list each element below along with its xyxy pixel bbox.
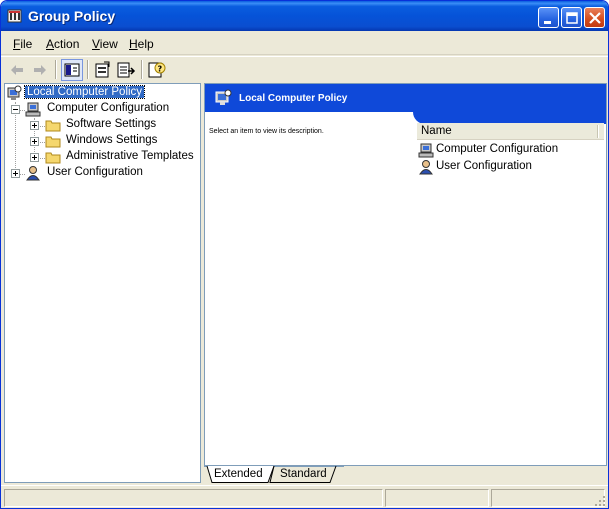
computer-configuration-icon: [25, 102, 41, 117]
export-list-button[interactable]: [115, 59, 137, 81]
extended-view-title: Local Computer Policy: [239, 93, 348, 104]
maximize-icon: [566, 12, 578, 24]
menu-view-access-key: V: [92, 37, 100, 51]
properties-button[interactable]: [92, 59, 114, 81]
tab-extended[interactable]: Extended: [212, 466, 272, 483]
extended-view-header: Local Computer Policy: [205, 84, 606, 112]
properties-icon: [95, 61, 110, 78]
tree-node-label: Administrative Templates: [66, 150, 194, 162]
tree-node-label: User Configuration: [47, 166, 143, 178]
list-item-label: User Configuration: [436, 160, 532, 172]
column-divider[interactable]: [597, 125, 599, 138]
menu-file[interactable]: File: [13, 37, 32, 51]
tree-node-label: Local Computer Policy: [23, 85, 146, 99]
export-list-icon: [117, 62, 136, 78]
expand-toggle[interactable]: [30, 121, 39, 130]
toolbar-separator: [55, 60, 57, 79]
folder-icon: [45, 152, 61, 164]
group-policy-window: Group Policy File Action View Help ? Loc…: [0, 0, 609, 509]
menu-help[interactable]: Help: [129, 37, 154, 51]
list-column-header[interactable]: Name: [417, 123, 604, 140]
menu-action[interactable]: Action: [46, 37, 79, 51]
back-button[interactable]: [6, 59, 28, 81]
user-configuration-icon: [419, 160, 433, 175]
menu-action-access-key: A: [46, 37, 55, 51]
tree-node-local-computer-policy[interactable]: Local Computer Policy: [6, 85, 196, 101]
tree-node-label: Windows Settings: [66, 134, 158, 146]
expand-toggle[interactable]: [30, 137, 39, 146]
menu-file-label: ile: [20, 37, 33, 51]
menu-view-label: iew: [99, 37, 118, 51]
collapse-toggle[interactable]: [11, 105, 20, 114]
computer-configuration-icon: [418, 143, 434, 158]
list-item-computer-configuration[interactable]: Computer Configuration: [418, 142, 604, 158]
expand-toggle[interactable]: [11, 169, 20, 178]
local-computer-policy-icon: [215, 89, 232, 105]
group-policy-app-icon: [7, 9, 22, 23]
minimize-button[interactable]: [538, 7, 559, 28]
tab-standard-label: Standard: [280, 468, 327, 480]
maximize-button[interactable]: [561, 7, 582, 28]
resize-grip-icon[interactable]: [594, 495, 606, 507]
toolbar-separator: [87, 60, 89, 79]
folder-icon: [45, 120, 61, 132]
console-tree-pane[interactable]: Local Computer Policy Computer Configura…: [4, 83, 201, 483]
extended-view-pane: Local Computer Policy Select an item to …: [204, 83, 607, 466]
show-hide-console-tree-button[interactable]: [61, 59, 83, 81]
menu-bar: File Action View Help: [1, 31, 608, 55]
forward-button[interactable]: [29, 59, 51, 81]
view-tabs: Extended Standard: [204, 466, 607, 483]
console-tree-icon: [64, 63, 80, 77]
toolbar: ?: [1, 56, 608, 81]
expand-toggle[interactable]: [30, 153, 39, 162]
user-configuration-icon: [26, 166, 40, 181]
local-computer-policy-icon: [7, 85, 22, 100]
close-icon: [589, 12, 601, 24]
tree-node-label: Software Settings: [66, 118, 157, 130]
svg-text:?: ?: [158, 65, 163, 74]
menu-help-access-key: H: [129, 37, 138, 51]
status-bar: [1, 485, 608, 508]
folder-icon: [45, 136, 61, 148]
toolbar-separator: [141, 60, 143, 79]
menu-action-label: ction: [54, 37, 80, 51]
window-title: Group Policy: [28, 8, 116, 24]
back-arrow-icon: [11, 65, 23, 75]
title-bar[interactable]: Group Policy: [1, 1, 608, 31]
list-item-label: Computer Configuration: [436, 143, 559, 155]
tree-node-label: Computer Configuration: [47, 102, 170, 114]
description-text: Select an item to view its description.: [209, 128, 324, 135]
list-item-user-configuration[interactable]: User Configuration: [418, 159, 604, 175]
menu-view[interactable]: View: [92, 37, 118, 51]
help-button[interactable]: ?: [146, 59, 168, 81]
status-cell-tertiary: [491, 489, 605, 507]
menu-help-label: elp: [137, 37, 154, 51]
forward-arrow-icon: [34, 65, 46, 75]
minimize-icon: [544, 21, 551, 24]
tab-extended-label: Extended: [214, 468, 263, 480]
tab-standard[interactable]: Standard: [278, 466, 334, 483]
help-icon: ?: [148, 62, 166, 78]
close-button[interactable]: [584, 7, 605, 28]
status-cell-secondary: [385, 489, 489, 507]
status-cell-main: [4, 489, 383, 507]
column-header-name[interactable]: Name: [421, 125, 452, 137]
